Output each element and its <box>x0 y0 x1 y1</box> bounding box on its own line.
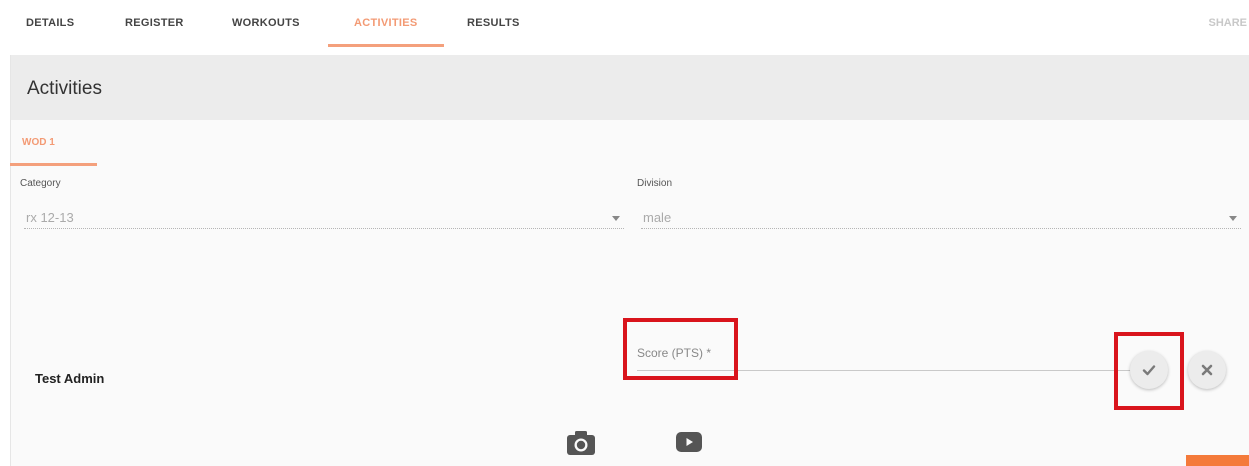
panel-header: Activities <box>11 55 1249 120</box>
division-select[interactable]: male <box>641 207 1241 229</box>
chevron-down-icon <box>1229 216 1237 221</box>
tab-activities[interactable]: ACTIVITIES <box>354 17 418 29</box>
category-value: rx 12-13 <box>26 210 74 225</box>
highlight-box-confirm <box>1114 332 1184 410</box>
close-icon <box>1201 364 1213 376</box>
wod-tab-indicator <box>10 163 97 166</box>
cancel-button[interactable] <box>1188 351 1226 389</box>
division-value: male <box>643 210 672 225</box>
tab-register[interactable]: REGISTER <box>125 17 184 29</box>
tab-details[interactable]: DETAILS <box>26 17 74 29</box>
highlight-box-score <box>623 318 738 380</box>
chevron-down-icon <box>612 216 620 221</box>
tab-results[interactable]: RESULTS <box>467 17 520 29</box>
share-button[interactable]: SHARE <box>1208 17 1247 29</box>
athlete-name: Test Admin <box>35 371 105 386</box>
feedback-tab[interactable] <box>1186 455 1249 466</box>
camera-icon[interactable] <box>566 430 596 461</box>
category-select[interactable]: rx 12-13 <box>24 207 624 229</box>
panel-title: Activities <box>27 78 102 99</box>
tab-workouts[interactable]: WORKOUTS <box>232 17 300 29</box>
tab-wod-1[interactable]: WOD 1 <box>22 137 55 148</box>
category-label: Category <box>20 178 61 189</box>
activities-panel: Activities <box>10 55 1249 466</box>
active-tab-indicator <box>328 44 444 47</box>
youtube-icon[interactable] <box>676 432 702 457</box>
top-navigation: DETAILS REGISTER WORKOUTS ACTIVITIES RES… <box>0 0 1249 48</box>
division-label: Division <box>637 178 673 189</box>
